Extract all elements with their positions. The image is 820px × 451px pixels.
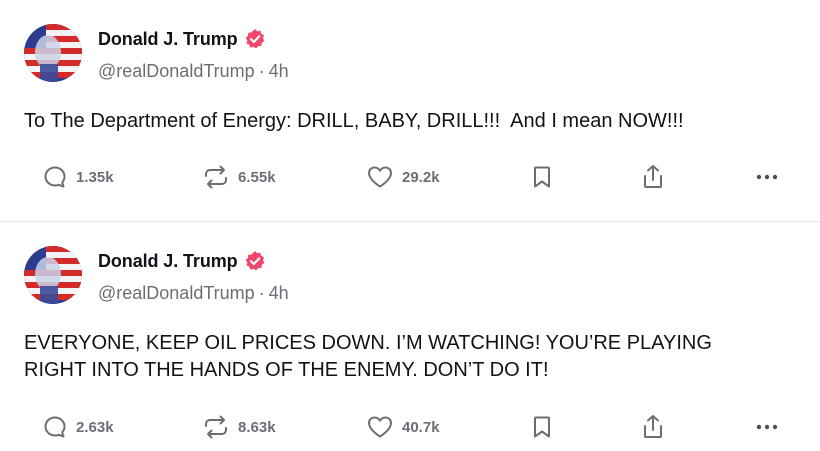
reply-icon	[42, 164, 68, 190]
post-text: To The Department of Energy: DRILL, BABY…	[24, 110, 684, 132]
like-count: 29.2k	[402, 168, 440, 186]
reply-icon	[42, 414, 68, 440]
bookmark-icon	[530, 164, 554, 190]
retruth-count: 8.63k	[238, 418, 276, 436]
avatar[interactable]	[24, 24, 82, 82]
post-time[interactable]: 4h	[269, 283, 289, 303]
bookmark-icon	[530, 414, 554, 440]
retruth-icon	[202, 164, 230, 190]
more-icon	[754, 414, 780, 440]
share-icon	[640, 413, 666, 441]
avatar[interactable]	[24, 246, 82, 304]
handle-row: @realDonaldTrump · 4h	[98, 61, 289, 82]
verified-badge-icon	[244, 250, 266, 272]
like-icon	[366, 414, 394, 440]
like-button[interactable]: 29.2k	[366, 162, 440, 192]
post-header: Donald J. Trump @realDonaldTrump · 4h	[24, 24, 289, 84]
author-handle[interactable]: @realDonaldTrump	[98, 61, 255, 81]
bookmark-button[interactable]	[530, 412, 554, 442]
action-bar: 1.35k 6.55k 29.2k	[42, 162, 780, 192]
verified-badge-icon	[244, 28, 266, 50]
retruth-count: 6.55k	[238, 168, 276, 186]
more-options-button[interactable]	[754, 412, 780, 442]
retruth-icon	[202, 414, 230, 440]
action-bar: 2.63k 8.63k 40.7k	[42, 412, 780, 442]
author-name[interactable]: Donald J. Trump	[98, 29, 238, 50]
like-button[interactable]: 40.7k	[366, 412, 440, 442]
more-icon	[754, 164, 780, 190]
bookmark-button[interactable]	[530, 162, 554, 192]
like-count: 40.7k	[402, 418, 440, 436]
share-icon	[640, 163, 666, 191]
timeline-feed: Donald J. Trump @realDonaldTrump · 4h To T…	[0, 0, 820, 451]
retruth-button[interactable]: 6.55k	[202, 162, 276, 192]
reply-button[interactable]: 1.35k	[42, 162, 114, 192]
author-name[interactable]: Donald J. Trump	[98, 251, 238, 272]
post[interactable]: Donald J. Trump @realDonaldTrump · 4h EVER…	[0, 222, 820, 451]
handle-row: @realDonaldTrump · 4h	[98, 283, 289, 304]
post-header: Donald J. Trump @realDonaldTrump · 4h	[24, 246, 289, 306]
reply-count: 2.63k	[76, 418, 114, 436]
reply-count: 1.35k	[76, 168, 114, 186]
separator: ·	[258, 61, 265, 81]
post-time[interactable]: 4h	[269, 61, 289, 81]
share-button[interactable]	[640, 162, 666, 192]
separator: ·	[258, 283, 265, 303]
post-text: EVERYONE, KEEP OIL PRICES DOWN. I’M WATC…	[24, 332, 712, 381]
like-icon	[366, 164, 394, 190]
post[interactable]: Donald J. Trump @realDonaldTrump · 4h To T…	[0, 0, 820, 222]
more-options-button[interactable]	[754, 162, 780, 192]
retruth-button[interactable]: 8.63k	[202, 412, 276, 442]
share-button[interactable]	[640, 412, 666, 442]
author-handle[interactable]: @realDonaldTrump	[98, 283, 255, 303]
reply-button[interactable]: 2.63k	[42, 412, 114, 442]
